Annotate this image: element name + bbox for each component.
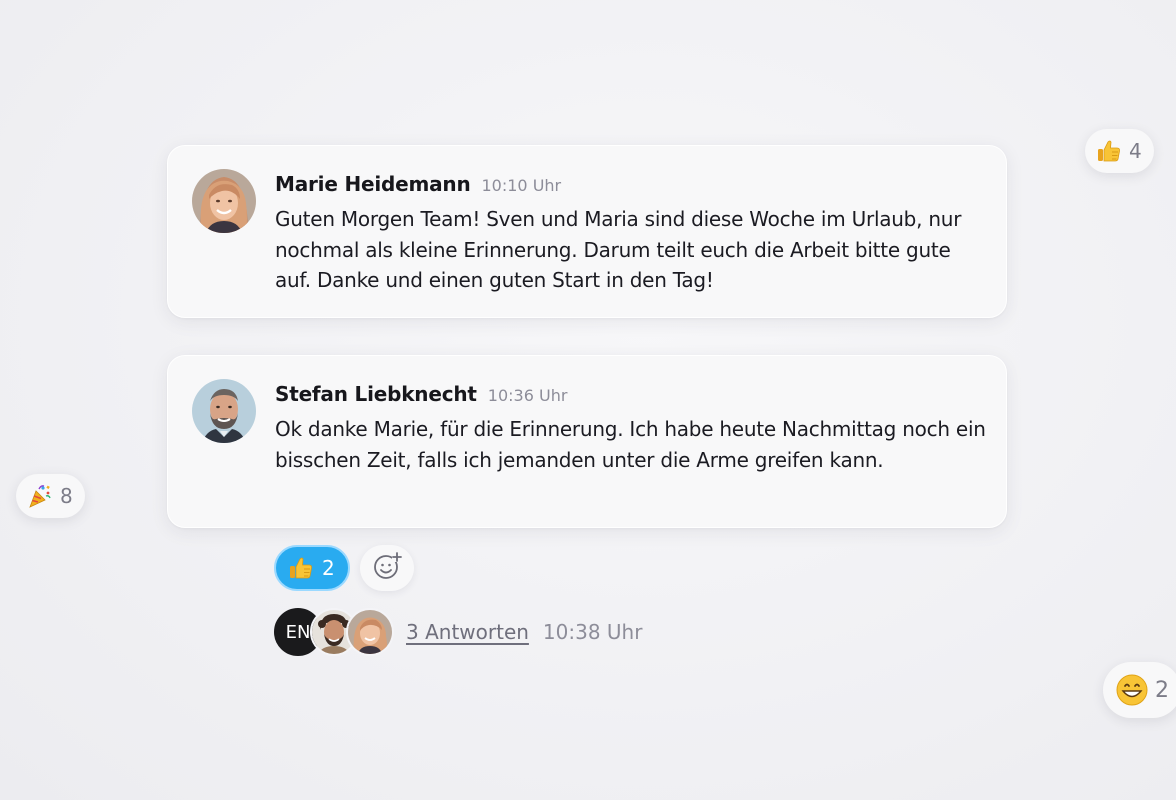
grinning-face-icon bbox=[1115, 673, 1149, 707]
floating-reaction-count: 8 bbox=[60, 484, 73, 508]
thumbs-up-icon bbox=[286, 553, 316, 583]
floating-reaction-thumbs: 4 bbox=[1085, 129, 1154, 173]
message-body: Ok danke Marie, für die Erinnerung. Ich … bbox=[275, 417, 986, 472]
chat-canvas: 4 8 2 Marie Heidemann 10:10 Uhr Guten Mo… bbox=[0, 0, 1176, 800]
last-reply-timestamp: 10:38 Uhr bbox=[542, 620, 643, 644]
message-header: Marie Heidemann 10:10 Uhr bbox=[275, 172, 561, 196]
message-card: Marie Heidemann 10:10 Uhr Guten Morgen T… bbox=[167, 145, 1007, 318]
message-timestamp: 10:10 Uhr bbox=[481, 176, 562, 195]
view-replies-link[interactable]: 3 Antworten bbox=[406, 620, 529, 644]
thumbs-up-icon bbox=[1095, 137, 1123, 165]
message-timestamp: 10:36 Uhr bbox=[487, 386, 568, 405]
reaction-count: 2 bbox=[322, 556, 335, 580]
message-card: Stefan Liebknecht 10:36 Uhr Ok danke Mar… bbox=[167, 355, 1007, 528]
message-header: Stefan Liebknecht 10:36 Uhr bbox=[275, 382, 567, 406]
avatar bbox=[346, 608, 394, 656]
avatar-initials: EN bbox=[285, 621, 311, 643]
party-popper-icon bbox=[26, 482, 54, 510]
avatar[interactable] bbox=[192, 169, 256, 233]
floating-reaction-count: 4 bbox=[1129, 139, 1142, 163]
reaction-bar: 2 bbox=[274, 545, 414, 591]
avatar[interactable] bbox=[192, 379, 256, 443]
thread-summary: EN 3 Antworten 10:38 Uhr bbox=[274, 608, 642, 656]
floating-reaction-count: 2 bbox=[1155, 677, 1169, 703]
author-name[interactable]: Marie Heidemann bbox=[275, 172, 471, 196]
add-reaction-button[interactable] bbox=[359, 545, 414, 591]
floating-reaction-party: 8 bbox=[16, 474, 85, 518]
reaction-thumbs-up-button[interactable]: 2 bbox=[274, 545, 350, 591]
message-body: Guten Morgen Team! Sven und Maria sind d… bbox=[275, 207, 962, 292]
author-name[interactable]: Stefan Liebknecht bbox=[275, 382, 477, 406]
floating-reaction-grin: 2 bbox=[1103, 662, 1176, 718]
add-emoji-icon bbox=[372, 551, 402, 585]
